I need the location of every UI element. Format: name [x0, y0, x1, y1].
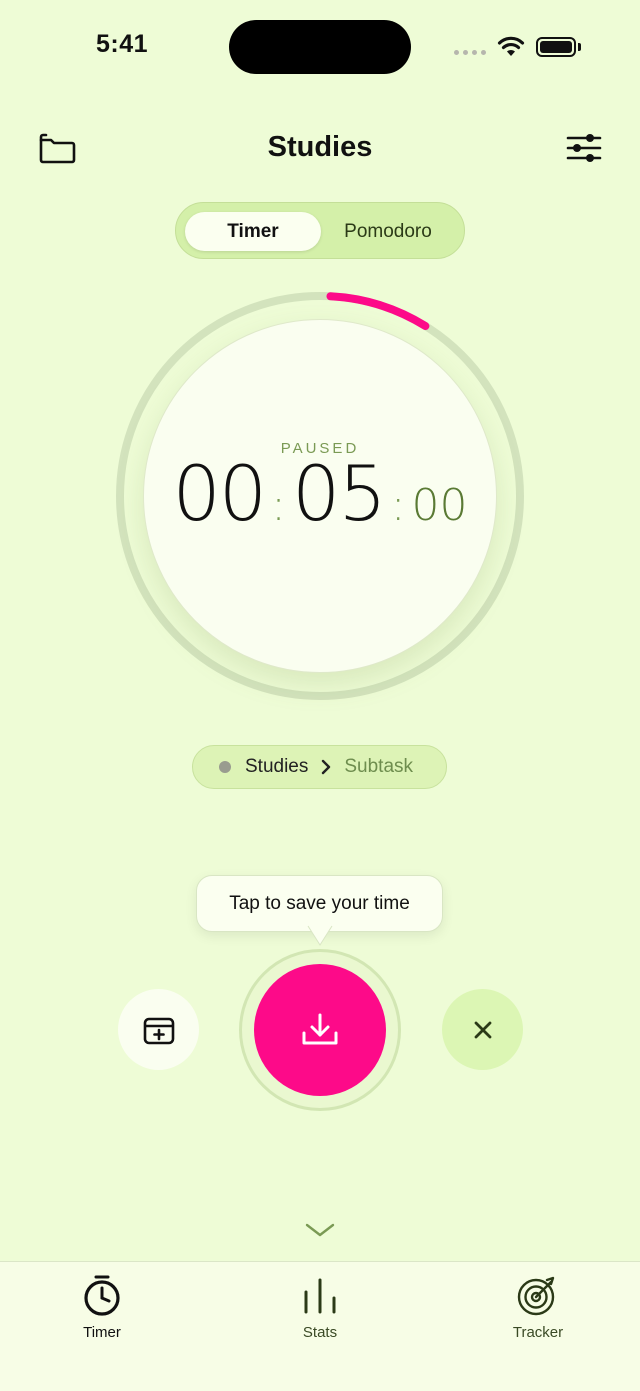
tab-pomodoro-mode[interactable]: Pomodoro	[321, 212, 455, 251]
tab-label: Stats	[302, 1324, 338, 1341]
time-readout: 00 : 05 : 00	[0, 456, 640, 532]
tab-label: Tracker	[512, 1324, 564, 1341]
close-icon	[474, 1021, 491, 1038]
task-subtask-name: Subtask	[344, 756, 414, 777]
tab-timer-mode[interactable]: Timer	[185, 212, 321, 251]
chevron-down-icon[interactable]	[303, 1218, 337, 1242]
page-title: Studies	[267, 131, 373, 163]
discard-button[interactable]	[442, 989, 523, 1070]
task-color-dot	[219, 761, 231, 773]
save-time-button[interactable]	[254, 964, 386, 1096]
sliders-icon[interactable]	[564, 130, 604, 166]
add-entry-button[interactable]	[118, 989, 199, 1070]
tab-timer[interactable]: Timer	[42, 1274, 162, 1341]
status-time: 5:41	[96, 30, 149, 58]
stopwatch-icon	[84, 1275, 120, 1316]
target-icon	[517, 1276, 555, 1316]
time-seconds: 00	[411, 480, 468, 531]
tab-stats[interactable]: Stats	[260, 1274, 380, 1341]
bar-chart-icon	[304, 1278, 336, 1314]
tab-tracker[interactable]: Tracker	[478, 1274, 598, 1341]
task-project-name: Studies	[245, 756, 309, 777]
time-separator: :	[271, 480, 286, 531]
task-selector[interactable]: Studies Subtask	[192, 745, 447, 789]
tab-label: Timer	[83, 1324, 121, 1341]
dynamic-island	[229, 20, 411, 74]
time-separator: :	[390, 480, 406, 531]
tooltip-arrow	[307, 925, 333, 946]
save-tooltip: Tap to save your time	[196, 875, 443, 932]
battery-icon	[536, 37, 576, 57]
time-hours: 00	[172, 449, 267, 538]
download-icon	[302, 1013, 338, 1045]
chevron-right-icon	[322, 759, 331, 775]
battery-nub	[578, 43, 581, 51]
calendar-plus-icon	[143, 1017, 174, 1044]
wifi-icon	[497, 36, 525, 56]
cellular-signal-icon	[454, 50, 486, 55]
time-minutes: 05	[292, 449, 387, 538]
